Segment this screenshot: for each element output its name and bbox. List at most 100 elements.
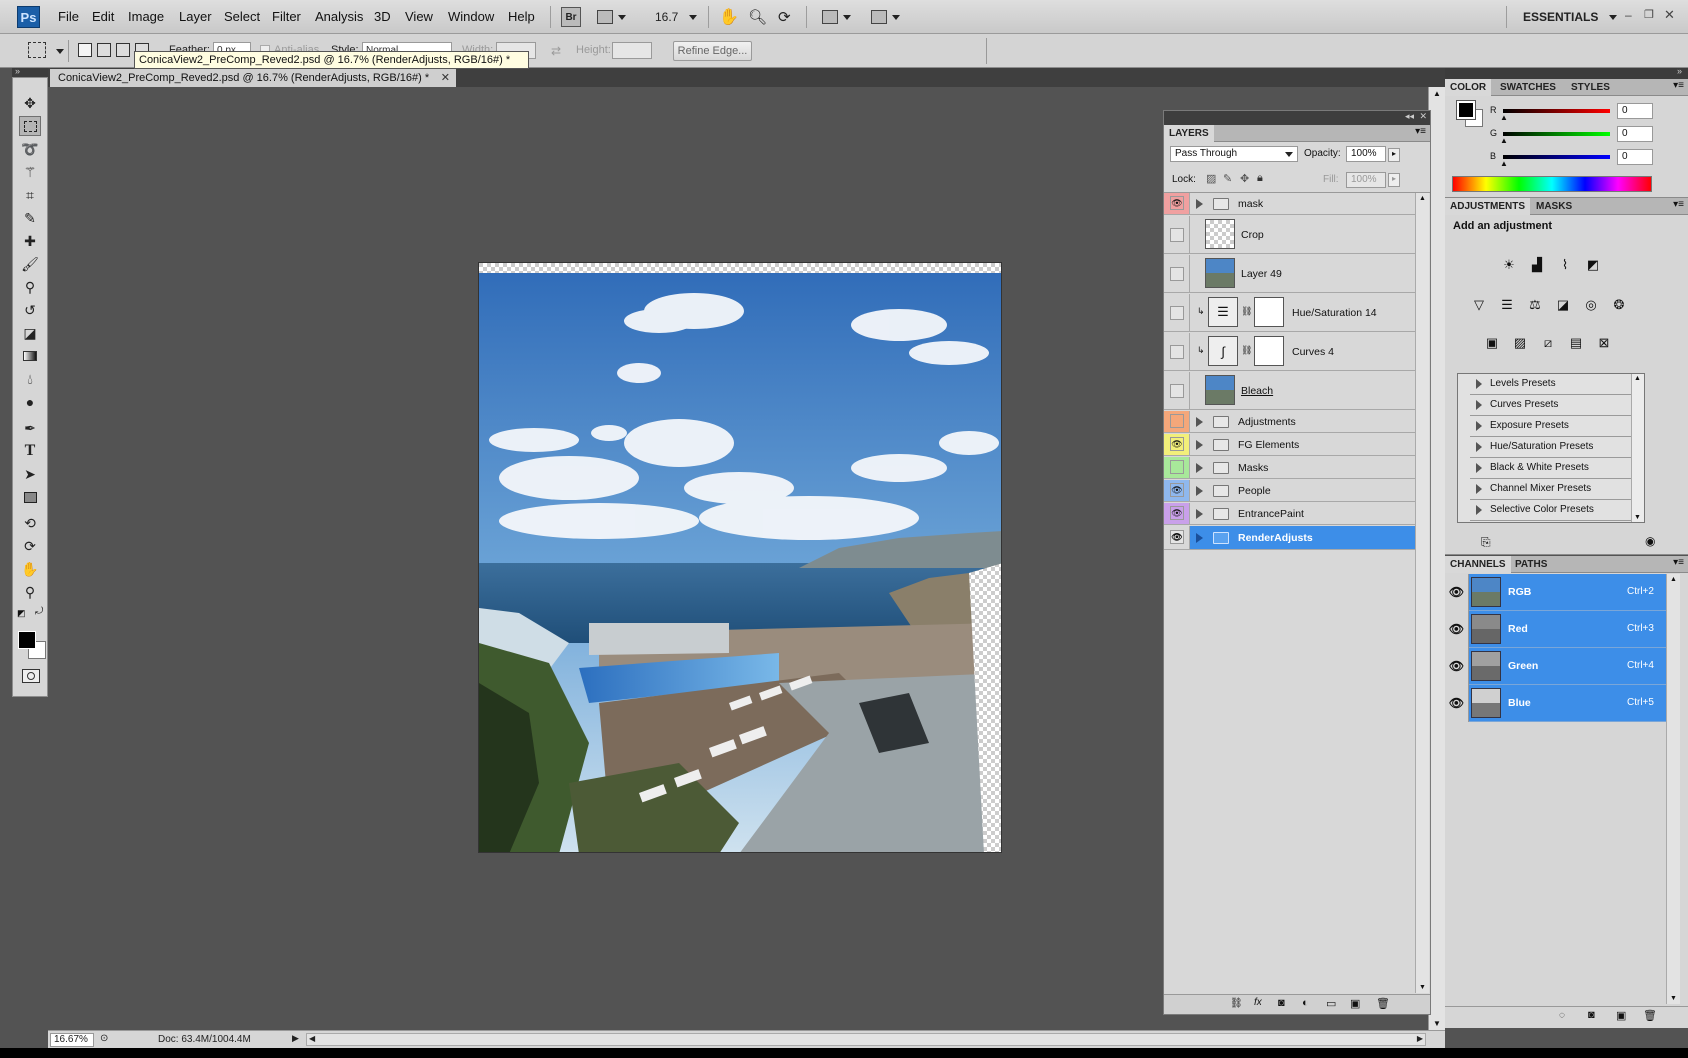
eye-hidden-icon[interactable]	[1170, 267, 1184, 281]
opacity-arrow-icon[interactable]: ▸	[1388, 148, 1400, 162]
selective-color-icon[interactable]: ⊠	[1592, 331, 1616, 355]
tab-color[interactable]: COLOR	[1445, 79, 1492, 96]
new-adjustment-icon[interactable]: ◐	[1302, 997, 1309, 1009]
zoom-level-dropdown[interactable]: 16.7	[655, 7, 698, 27]
lock-transparency-icon[interactable]: ▨	[1206, 172, 1216, 185]
eye-icon[interactable]: 👁︎	[1170, 196, 1184, 210]
height-input[interactable]	[612, 42, 652, 59]
blue-value[interactable]: 0	[1617, 149, 1653, 165]
tab-swatches[interactable]: SWATCHES	[1495, 79, 1561, 96]
eye-hidden-icon[interactable]	[1170, 384, 1184, 398]
close-icon[interactable]: ✕	[1664, 7, 1675, 23]
view-extras-dropdown[interactable]	[597, 7, 626, 27]
preset-channel-mixer[interactable]: Channel Mixer Presets	[1470, 479, 1643, 500]
shape-tool[interactable]	[19, 487, 41, 507]
right-dock-header[interactable]: »	[1445, 66, 1688, 79]
layers-panel-header[interactable]: ◂◂ ✕	[1164, 111, 1430, 125]
status-info-icon[interactable]: ⊙	[100, 1033, 108, 1044]
expand-triangle-icon[interactable]	[1196, 463, 1203, 473]
lock-all-icon[interactable]: 🔒︎	[1257, 172, 1263, 185]
return-to-list-icon[interactable]: ⎘	[1481, 535, 1491, 550]
add-selection-icon[interactable]	[97, 43, 111, 57]
levels-icon[interactable]: ▟	[1525, 253, 1549, 277]
blur-tool[interactable]: 💧︎	[19, 369, 41, 389]
scroll-left-icon[interactable]: ◀	[309, 1034, 315, 1043]
document-info[interactable]: Doc: 63.4M/1004.4M	[158, 1034, 251, 1045]
workspace-switcher[interactable]: ESSENTIALS	[1523, 7, 1618, 27]
bridge-button[interactable]: Br	[561, 7, 581, 27]
channel-row-rgb[interactable]: 👁︎ RGB Ctrl+2	[1445, 574, 1666, 611]
pen-tool[interactable]: ✒	[19, 418, 41, 438]
menu-layer[interactable]: Layer	[179, 9, 212, 24]
document-image[interactable]	[478, 262, 1002, 853]
tab-channels[interactable]: CHANNELS	[1445, 556, 1511, 573]
quick-mask-button[interactable]	[22, 669, 40, 683]
panel-menu-icon[interactable]: ▾≡	[1673, 199, 1684, 210]
tab-styles[interactable]: STYLES	[1566, 79, 1615, 96]
preset-curves[interactable]: Curves Presets	[1470, 395, 1643, 416]
healing-brush-tool[interactable]: ✚	[19, 231, 41, 251]
eye-icon[interactable]: 👁︎	[1170, 483, 1184, 497]
photo-filter-icon[interactable]: ◎	[1579, 293, 1603, 317]
tools-panel-header[interactable]: »	[12, 66, 48, 77]
layer-mask-thumbnail[interactable]	[1254, 336, 1284, 366]
channel-row-red[interactable]: 👁︎ Red Ctrl+3	[1445, 611, 1666, 648]
dodge-tool[interactable]: ●	[19, 392, 41, 412]
eye-icon[interactable]: 👁︎	[1445, 611, 1469, 648]
scroll-right-icon[interactable]: ▶	[1417, 1034, 1423, 1043]
gradient-tool[interactable]	[19, 346, 41, 366]
menu-window[interactable]: Window	[448, 9, 494, 24]
hand-tool[interactable]: ✋	[19, 559, 41, 579]
scroll-up-icon[interactable]: ▲	[1419, 195, 1426, 202]
scroll-up-icon[interactable]: ▲	[1634, 375, 1641, 382]
scroll-down-icon[interactable]: ▼	[1670, 995, 1677, 1002]
layer-row-crop[interactable]: Crop	[1164, 216, 1415, 254]
hand-tool-button[interactable]: ✋	[719, 7, 739, 27]
scroll-down-icon[interactable]: ▼	[1419, 984, 1426, 991]
3d-rotate-tool[interactable]: ⟲	[19, 513, 41, 533]
expand-triangle-icon[interactable]	[1196, 533, 1203, 543]
exposure-icon[interactable]: ◩	[1581, 253, 1605, 277]
zoom-tool-button[interactable]: 🔍︎	[748, 7, 767, 27]
lock-pixels-icon[interactable]: ✎	[1223, 172, 1232, 185]
channel-mixer-icon[interactable]: ❂	[1607, 293, 1631, 317]
collapse-icon[interactable]: »	[15, 66, 20, 76]
clone-stamp-tool[interactable]: ⚲	[19, 277, 41, 297]
magic-wand-tool[interactable]: ⚚	[19, 162, 41, 182]
scroll-up-icon[interactable]: ▲	[1670, 576, 1677, 583]
green-slider[interactable]	[1503, 132, 1610, 136]
color-spectrum-ramp[interactable]	[1452, 176, 1652, 192]
foreground-color-swatch[interactable]	[1456, 100, 1476, 120]
scroll-down-icon[interactable]: ▼	[1433, 1019, 1441, 1028]
blend-mode-select[interactable]: Pass Through	[1170, 146, 1298, 162]
trash-icon[interactable]: 🗑︎	[1643, 1009, 1657, 1022]
layer-row-layer-49[interactable]: Layer 49	[1164, 255, 1415, 293]
layer-row-masks[interactable]: Masks	[1164, 457, 1415, 479]
refine-edge-button[interactable]: Refine Edge...	[673, 41, 752, 61]
menu-filter[interactable]: Filter	[272, 9, 301, 24]
preset-levels[interactable]: Levels Presets	[1470, 374, 1643, 395]
zoom-tool[interactable]: ⚲	[19, 582, 41, 602]
preset-exposure[interactable]: Exposure Presets	[1470, 416, 1643, 437]
layer-row-bleach[interactable]: Bleach	[1164, 372, 1415, 410]
horizontal-scrollbar[interactable]: ◀ ▶	[306, 1033, 1426, 1046]
menu-help[interactable]: Help	[508, 9, 535, 24]
tab-layers[interactable]: LAYERS	[1164, 125, 1214, 142]
expand-triangle-icon[interactable]	[1196, 509, 1203, 519]
fill-input[interactable]: 100%	[1346, 172, 1386, 188]
panel-menu-icon[interactable]: ▾≡	[1415, 126, 1426, 137]
expand-triangle-icon[interactable]	[1196, 440, 1203, 450]
color-balance-icon[interactable]: ⚖	[1523, 293, 1547, 317]
collapse-icon[interactable]: ◂◂	[1405, 111, 1414, 122]
brush-tool[interactable]: 🖌︎	[19, 254, 41, 274]
eye-icon[interactable]: 👁︎	[1170, 437, 1184, 451]
new-group-icon[interactable]: ▭	[1326, 997, 1336, 1010]
layer-mask-thumbnail[interactable]	[1254, 297, 1284, 327]
layer-row-renderadjusts[interactable]: 👁︎ RenderAdjusts	[1164, 526, 1415, 550]
preset-black-white[interactable]: Black & White Presets	[1470, 458, 1643, 479]
channels-scrollbar[interactable]: ▲ ▼	[1666, 574, 1680, 1004]
default-colors-icon[interactable]: ◩	[17, 608, 26, 619]
swap-colors-icon[interactable]: ⤾	[35, 606, 43, 617]
presets-scrollbar[interactable]: ▲ ▼	[1631, 374, 1644, 522]
eye-hidden-icon[interactable]	[1170, 345, 1184, 359]
